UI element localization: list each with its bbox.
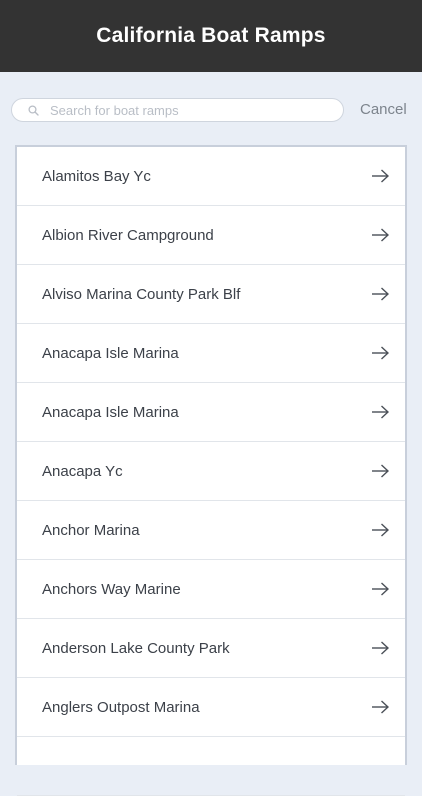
list-item[interactable] (17, 737, 405, 796)
arrow-right-icon (372, 523, 389, 537)
list-item-label: Anacapa Isle Marina (42, 403, 179, 421)
arrow-right-icon (372, 287, 389, 301)
boat-ramp-list[interactable]: Alamitos Bay Yc Albion River Campground … (15, 145, 407, 796)
arrow-right-icon (372, 228, 389, 242)
app-header: California Boat Ramps (0, 0, 422, 72)
list-item[interactable]: Anacapa Isle Marina (17, 324, 405, 383)
list-item[interactable]: Anacapa Yc (17, 442, 405, 501)
list-item-label: Anacapa Yc (42, 462, 123, 480)
arrow-right-icon (372, 346, 389, 360)
list-item[interactable]: Anacapa Isle Marina (17, 383, 405, 442)
search-input[interactable] (50, 100, 310, 120)
list-item-label: Albion River Campground (42, 226, 214, 244)
search-box[interactable] (11, 98, 344, 122)
arrow-right-icon (372, 641, 389, 655)
list-item[interactable]: Anchor Marina (17, 501, 405, 560)
search-bar-area: Cancel (0, 72, 422, 146)
list-item[interactable]: Alviso Marina County Park Blf (17, 265, 405, 324)
arrow-right-icon (372, 405, 389, 419)
list-item-label: Anchor Marina (42, 521, 140, 539)
list-item-label: Anglers Outpost Marina (42, 698, 200, 716)
list-item[interactable]: Anchors Way Marine (17, 560, 405, 619)
list-item[interactable]: Alamitos Bay Yc (17, 147, 405, 206)
list-item-label: Anderson Lake County Park (42, 639, 230, 657)
search-icon (26, 103, 40, 117)
arrow-right-icon (372, 464, 389, 478)
list-item[interactable]: Anderson Lake County Park (17, 619, 405, 678)
arrow-right-icon (372, 700, 389, 714)
cancel-button[interactable]: Cancel (360, 101, 407, 118)
list-item-label: Anacapa Isle Marina (42, 344, 179, 362)
list-item-label: Alamitos Bay Yc (42, 167, 151, 185)
list-item-label: Alviso Marina County Park Blf (42, 285, 241, 303)
arrow-right-icon (372, 169, 389, 183)
arrow-right-icon (372, 582, 389, 596)
list-item[interactable]: Anglers Outpost Marina (17, 678, 405, 737)
page-title: California Boat Ramps (96, 24, 326, 47)
list-item[interactable]: Albion River Campground (17, 206, 405, 265)
list-item-label: Anchors Way Marine (42, 580, 181, 598)
